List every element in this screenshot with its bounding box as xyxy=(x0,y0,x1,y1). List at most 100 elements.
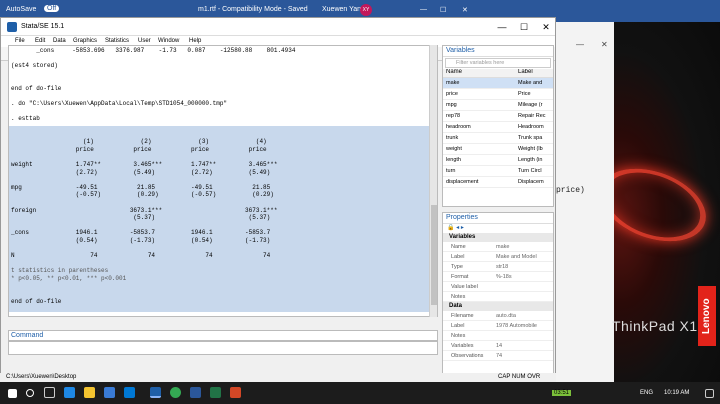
menu-file[interactable]: File xyxy=(15,38,25,44)
prop-value[interactable]: make xyxy=(493,242,553,251)
stata-titlebar: Stata/SE 15.1 — ☐ ✕ xyxy=(1,18,555,36)
variable-row[interactable]: headroom Headroom xyxy=(443,122,553,133)
word-minimize-button[interactable]: — xyxy=(420,6,427,13)
results-line: (0.54) (-1.73) (0.54) (-1.73) xyxy=(11,237,271,244)
col-name[interactable]: Name xyxy=(443,69,515,77)
prop-value[interactable]: str18 xyxy=(493,262,553,271)
word2-minimize-button[interactable]: — xyxy=(576,40,584,49)
menu-statistics[interactable]: Statistics xyxy=(105,38,129,44)
var-label: Length (in xyxy=(518,157,543,163)
task-view-icon[interactable] xyxy=(44,387,55,398)
explorer-icon[interactable] xyxy=(84,387,95,398)
stata-app-icon xyxy=(7,22,17,32)
thinkpad-logo: ThinkPad X1 xyxy=(612,318,698,334)
stata-taskbar-icon[interactable] xyxy=(150,387,161,398)
search-icon[interactable] xyxy=(26,389,34,397)
property-row: Notes xyxy=(443,331,553,341)
user-avatar[interactable]: XY xyxy=(360,4,372,16)
var-label: Turn Circl xyxy=(518,168,542,174)
variable-row[interactable]: price Price xyxy=(443,89,553,100)
results-line: _cons 1946.1 -5853.7 1946.1 -5853.7 xyxy=(11,229,271,237)
prop-key: Label xyxy=(451,254,465,260)
property-row: Value label xyxy=(443,282,553,292)
lock-icon[interactable]: 🔒 xyxy=(447,225,454,231)
property-row: Filename auto.dta xyxy=(443,311,553,321)
menu-graphics[interactable]: Graphics xyxy=(73,38,97,44)
prop-value[interactable]: %-18s xyxy=(493,272,553,281)
var-name: make xyxy=(446,80,460,86)
menu-window[interactable]: Window xyxy=(158,38,179,44)
var-name: displacement xyxy=(446,179,479,185)
results-line: _cons -5853.696 3376.987 -1.73 0.087 -12… xyxy=(11,47,296,54)
stata-minimize-button[interactable]: — xyxy=(491,20,513,34)
results-line: . xyxy=(11,313,15,317)
results-line: * p<0.05, ** p<0.01, *** p<0.001 xyxy=(11,275,127,282)
section-variables[interactable]: Variables xyxy=(443,233,553,242)
results-line: (-0.57) (0.29) (-0.57) (0.29) xyxy=(11,191,274,199)
col-label[interactable]: Label xyxy=(515,69,553,77)
prop-key: Filename xyxy=(451,313,474,319)
prop-value[interactable] xyxy=(493,292,553,301)
windows-start-icon[interactable] xyxy=(8,389,17,398)
variable-row[interactable]: length Length (in xyxy=(443,155,553,166)
variable-row[interactable]: rep78 Repair Rec xyxy=(443,111,553,122)
prop-value[interactable]: 1978 Automobile xyxy=(493,321,553,330)
autosave-toggle[interactable]: Off xyxy=(44,5,60,12)
variable-row[interactable]: mpg Mileage (r xyxy=(443,100,553,111)
section-data[interactable]: Data xyxy=(443,302,553,311)
prop-value[interactable]: auto.dta xyxy=(493,311,553,320)
menu-user[interactable]: User xyxy=(138,38,151,44)
property-row: Type str18 xyxy=(443,262,553,272)
property-row: Observations 74 xyxy=(443,351,553,361)
language-indicator[interactable]: ENG xyxy=(640,390,653,396)
notification-icon[interactable] xyxy=(705,389,714,398)
variables-filter-input[interactable]: Filter variables here xyxy=(445,58,551,68)
variable-row[interactable]: make Make and xyxy=(443,78,553,89)
word2-close-button[interactable]: ✕ xyxy=(601,40,608,49)
var-name: headroom xyxy=(446,124,471,130)
properties-panel: Properties 🔒 ◂ ▸ Variables Name make Labe… xyxy=(442,212,554,374)
mail-icon[interactable] xyxy=(124,387,135,398)
prop-value[interactable]: 14 xyxy=(493,341,553,350)
forward-icon[interactable]: ▸ xyxy=(461,225,464,231)
prop-value[interactable] xyxy=(493,282,553,291)
var-name: length xyxy=(446,157,461,163)
word-taskbar-icon[interactable] xyxy=(190,387,201,398)
store-icon[interactable] xyxy=(104,387,115,398)
variable-row[interactable]: turn Turn Circl xyxy=(443,166,553,177)
results-line: (1) (2) (3) (4) xyxy=(11,138,267,146)
results-pane[interactable]: _cons -5853.696 3376.987 -1.73 0.087 -12… xyxy=(8,45,438,317)
menu-data[interactable]: Data xyxy=(53,38,66,44)
results-line: N 74 74 74 74 xyxy=(11,252,271,260)
results-line: . esttab xyxy=(11,115,40,123)
variables-list: make Make and price Price mpg Mileage (r re… xyxy=(443,78,553,188)
excel-icon[interactable] xyxy=(210,387,221,398)
word-close-button[interactable]: ✕ xyxy=(462,6,468,14)
timer-badge[interactable]: 03:51 xyxy=(552,390,572,396)
stata-close-button[interactable]: ✕ xyxy=(535,20,557,34)
results-line: foreign 3673.1*** 3673.1*** xyxy=(11,206,278,214)
results-scroll-thumb[interactable] xyxy=(431,205,437,305)
variable-row[interactable]: trunk Trunk spa xyxy=(443,133,553,144)
back-icon[interactable]: ◂ xyxy=(456,225,459,231)
variable-row[interactable]: weight Weight (lb xyxy=(443,144,553,155)
menu-edit[interactable]: Edit xyxy=(35,38,45,44)
word-maximize-button[interactable]: ☐ xyxy=(440,6,446,14)
var-label: Headroom xyxy=(518,124,544,130)
clock[interactable]: 10:19 AM xyxy=(664,390,689,396)
command-input[interactable] xyxy=(8,341,438,355)
prop-value[interactable]: 74 xyxy=(493,351,553,360)
results-line: weight 1.747** 3.465*** 1.747** 3.465*** xyxy=(11,161,278,168)
prop-value[interactable] xyxy=(493,331,553,340)
menu-help[interactable]: Help xyxy=(189,38,201,44)
results-scrollbar[interactable] xyxy=(429,45,437,317)
edge-icon[interactable] xyxy=(64,387,75,398)
lenovo-logo: Lenovo xyxy=(698,286,716,346)
powerpoint-icon[interactable] xyxy=(230,387,241,398)
stata-title: Stata/SE 15.1 xyxy=(21,23,65,30)
word-text-fragment: price) xyxy=(556,186,585,195)
variable-row[interactable]: displacement Displacem xyxy=(443,177,553,188)
stata-maximize-button[interactable]: ☐ xyxy=(513,20,535,34)
prop-value[interactable]: Make and Model xyxy=(493,252,553,261)
chrome-icon[interactable] xyxy=(170,387,181,398)
